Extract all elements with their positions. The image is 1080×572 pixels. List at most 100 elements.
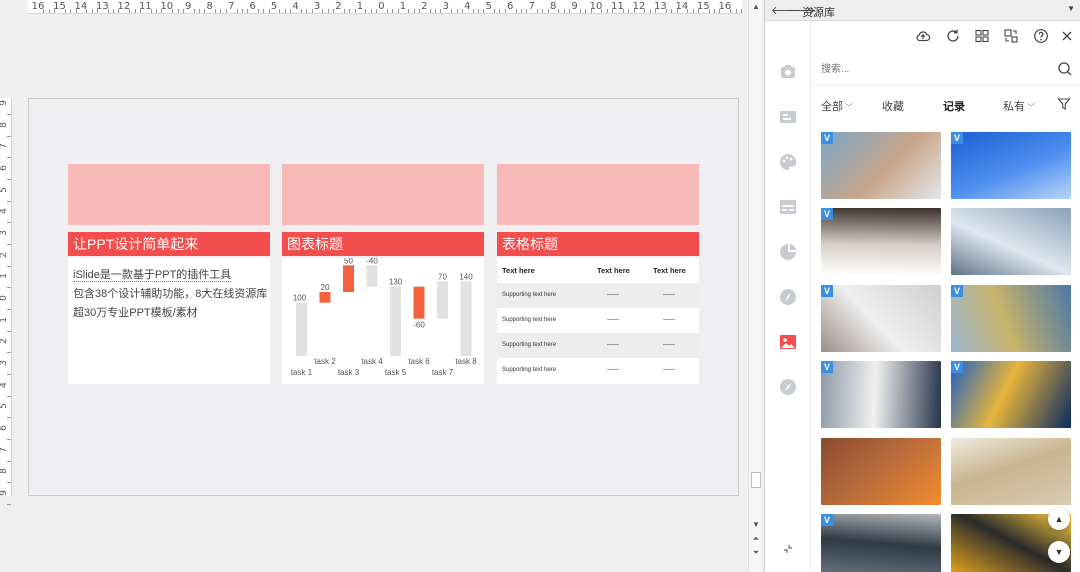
card-body[interactable]: iSlide是一款基于PPT的插件工具 包含38个设计辅助功能，8大在线资源库 … [68, 258, 270, 384]
waterfall-bar[interactable] [413, 286, 425, 319]
table-header-cell: Text here [653, 266, 686, 275]
refresh-icon[interactable] [945, 28, 961, 44]
collapse-icon[interactable] [781, 542, 795, 556]
card-title[interactable]: 表格标题 [497, 232, 699, 256]
waterfall-bar[interactable] [343, 265, 354, 292]
waterfall-bar[interactable] [296, 302, 307, 356]
chart-card[interactable]: 图表标题 100 task 1 20 task 2 50 task 3 -40 task 41… [282, 164, 484, 384]
vertical-ruler: 9 8 7 6 5 4 3 2 1 0 1 2 3 4 5 6 7 8 9 [0, 98, 12, 505]
resource-thumbnail[interactable] [821, 438, 941, 505]
waterfall-bar[interactable] [319, 292, 331, 303]
card-title[interactable]: 让PPT设计简单起来 [68, 232, 270, 256]
search-icon[interactable] [1057, 61, 1073, 77]
table-cell: —— [663, 317, 675, 323]
ruler-tick [429, 9, 431, 13]
layout-icon[interactable] [778, 197, 798, 217]
scroll-down-icon[interactable]: ▼ [749, 518, 762, 532]
ruler-tick [7, 287, 11, 289]
resource-thumbnail[interactable]: V [821, 361, 941, 428]
card-table[interactable]: Text here Text here Text here Supporting… [497, 258, 699, 384]
ruler-tick [113, 9, 115, 13]
ruler-tick [279, 9, 281, 13]
replace-icon[interactable] [1003, 28, 1019, 44]
ruler-tick [585, 9, 587, 13]
table-row[interactable]: Supporting text here —— —— [497, 308, 699, 333]
close-icon[interactable] [1059, 28, 1075, 44]
filter-favorites[interactable]: 收藏 [882, 98, 904, 114]
resource-thumbnail[interactable]: V [951, 285, 1071, 352]
card-banner[interactable] [68, 164, 270, 225]
chevron-down-icon: ﹀ [845, 103, 853, 112]
table-row[interactable]: Supporting text here —— —— [497, 358, 699, 383]
image-icon[interactable] [778, 332, 798, 352]
table-row[interactable]: Supporting text here —— —— [497, 333, 699, 358]
ruler-tick [494, 9, 496, 13]
cloud-upload-icon[interactable] [915, 28, 931, 44]
scroll-top-icon[interactable]: ▲ [1048, 508, 1070, 530]
ruler-tick [714, 9, 716, 13]
palette-icon[interactable] [778, 152, 798, 172]
scroll-up-icon[interactable]: ▲ [749, 0, 762, 14]
table-row[interactable]: Supporting text here —— —— [497, 283, 699, 308]
resource-thumbnail[interactable]: V [821, 285, 941, 352]
resource-thumbnail[interactable] [951, 208, 1071, 275]
resource-thumbnail[interactable]: V [821, 208, 941, 275]
ruler-tick [606, 9, 608, 13]
filter-icon[interactable] [1057, 97, 1071, 111]
ruler-tick [150, 9, 152, 13]
waterfall-chart[interactable]: 100 task 1 20 task 2 50 task 3 -40 task 4 130 tas… [282, 256, 484, 384]
next-slide-icon[interactable]: ⏷ [749, 546, 762, 560]
waterfall-bar[interactable] [390, 286, 401, 356]
card-icon[interactable] [778, 107, 798, 127]
card-title[interactable]: 图表标题 [282, 232, 484, 256]
theme-icon[interactable] [778, 62, 798, 82]
ruler-tick [483, 9, 485, 13]
card-banner[interactable] [282, 164, 484, 225]
card-body[interactable]: 100 task 1 20 task 2 50 task 3 -40 task 4 130 tas… [282, 256, 484, 384]
resource-thumbnail[interactable] [951, 438, 1071, 505]
ruler-tick [300, 9, 302, 13]
resource-thumbnail[interactable]: V [821, 132, 941, 199]
ruler-label: 6 [249, 1, 256, 12]
panel-menu-icon[interactable]: ▼ [1067, 4, 1075, 13]
table-card[interactable]: 表格标题 Text here Text here Text here Suppo… [497, 164, 699, 384]
ruler-tick [365, 9, 367, 13]
scroll-thumb[interactable] [751, 472, 761, 488]
waterfall-bar[interactable] [366, 265, 378, 287]
resource-thumbnail[interactable]: V [821, 514, 941, 572]
ruler-tick [91, 9, 93, 13]
waterfall-bar[interactable] [460, 281, 472, 356]
resource-thumbnail[interactable]: V [951, 361, 1071, 428]
filter-tabs: 全部 ﹀ 收藏 记录 私有 ﹀ [811, 92, 1080, 118]
vip-badge: V [951, 132, 963, 144]
resource-thumbnail[interactable]: V [951, 132, 1071, 199]
explore-icon[interactable] [778, 377, 798, 397]
ruler-tick [7, 482, 11, 484]
card-text-line-2[interactable]: 包含38个设计辅助功能，8大在线资源库 [73, 285, 267, 301]
previous-slide-icon[interactable]: ⏶ [749, 532, 762, 546]
ruler-tick [386, 9, 388, 13]
grid-view-icon[interactable] [974, 28, 990, 44]
ruler-tick [7, 417, 11, 419]
filter-history[interactable]: 记录 [943, 98, 965, 114]
scroll-bottom-icon[interactable]: ▼ [1048, 541, 1070, 563]
text-card[interactable]: 让PPT设计简单起来 iSlide是一款基于PPT的插件工具 包含38个设计辅助… [68, 164, 270, 384]
card-text-line-3[interactable]: 超30万专业PPT模板/素材 [73, 304, 198, 320]
ruler-label: 6 [0, 165, 9, 171]
filter-all[interactable]: 全部 ﹀ [821, 98, 853, 114]
ruler-tick [43, 9, 45, 13]
pie-chart-icon[interactable] [778, 242, 798, 262]
compass-icon[interactable] [778, 287, 798, 307]
ruler-tick [7, 135, 11, 137]
data-label: -40 [366, 258, 378, 265]
help-icon[interactable] [1033, 28, 1049, 44]
vertical-scrollbar[interactable]: ▲ ▼ ⏶ ⏷ [748, 0, 762, 572]
card-text-line[interactable]: iSlide是一款基于PPT的插件工具 [73, 266, 232, 282]
filter-private[interactable]: 私有 ﹀ [1003, 98, 1035, 114]
table-header-row[interactable]: Text here Text here Text here [497, 258, 699, 283]
slide-canvas[interactable]: 让PPT设计简单起来 iSlide是一款基于PPT的插件工具 包含38个设计辅助… [28, 98, 739, 496]
waterfall-bar[interactable] [437, 281, 448, 319]
ruler-tick [665, 9, 667, 13]
search-input[interactable] [821, 59, 1051, 79]
card-banner[interactable] [497, 164, 699, 225]
